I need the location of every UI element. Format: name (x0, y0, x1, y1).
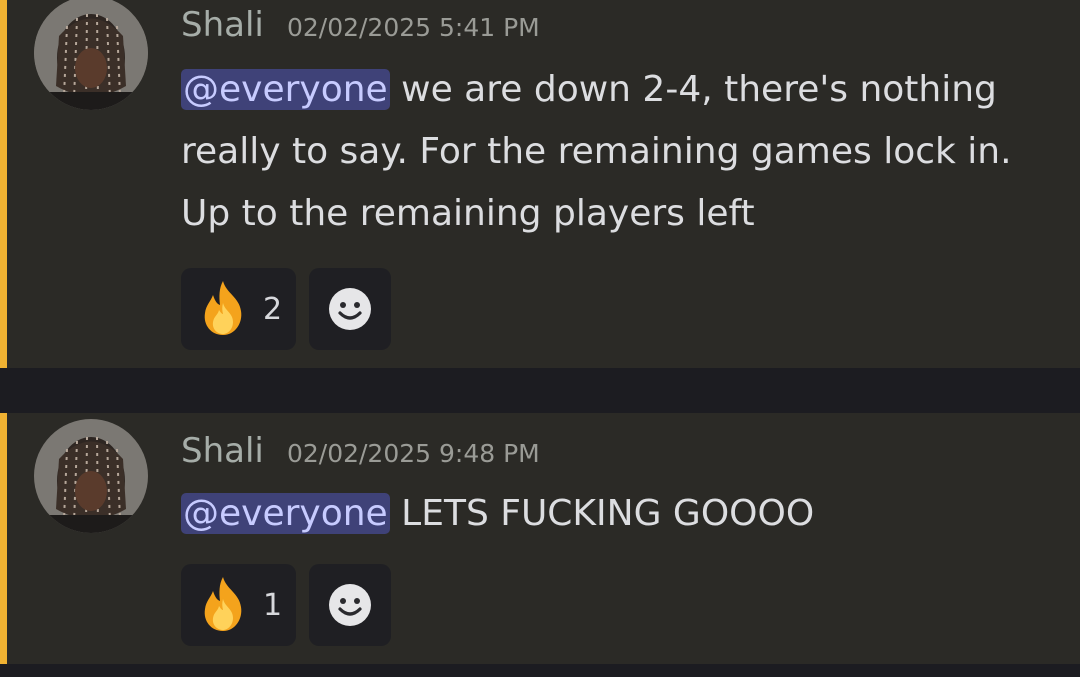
username[interactable]: Shali (181, 5, 264, 45)
avatar-image (34, 0, 148, 110)
avatar-image (34, 419, 148, 533)
message-1[interactable]: Shali 02/02/2025 5:41 PM @everyone we ar… (0, 0, 1080, 368)
message-content: @everyone LETS FUCKING GOOOO (181, 483, 1061, 545)
avatar[interactable] (34, 0, 148, 110)
timestamp: 02/02/2025 9:48 PM (286, 439, 540, 468)
add-reaction-button[interactable] (309, 268, 392, 350)
mention-highlight-bar (0, 0, 7, 368)
reaction-fire[interactable]: 1 (181, 564, 297, 646)
timestamp: 02/02/2025 5:41 PM (286, 13, 540, 42)
add-reaction-button[interactable] (309, 564, 392, 646)
fire-emoji-icon (204, 577, 242, 631)
message-header: Shali 02/02/2025 9:48 PM (181, 431, 540, 471)
reactions-bar: 2 (181, 268, 392, 350)
message-text: LETS FUCKING GOOOO (389, 493, 815, 534)
message-content: @everyone we are down 2-4, there's nothi… (181, 59, 1061, 245)
username[interactable]: Shali (181, 431, 264, 471)
reactions-bar: 1 (181, 564, 392, 646)
smiley-add-reaction-icon (329, 288, 372, 330)
reaction-count: 1 (263, 587, 283, 623)
reaction-fire[interactable]: 2 (181, 268, 297, 350)
message-2[interactable]: Shali 02/02/2025 9:48 PM @everyone LETS … (0, 413, 1080, 664)
avatar[interactable] (34, 419, 148, 533)
fire-emoji-icon (204, 281, 242, 335)
reaction-count: 2 (263, 291, 283, 327)
mention-everyone[interactable]: @everyone (181, 493, 390, 534)
mention-everyone[interactable]: @everyone (181, 69, 390, 110)
message-header: Shali 02/02/2025 5:41 PM (181, 5, 540, 45)
mention-highlight-bar (0, 413, 7, 664)
smiley-add-reaction-icon (329, 584, 372, 626)
